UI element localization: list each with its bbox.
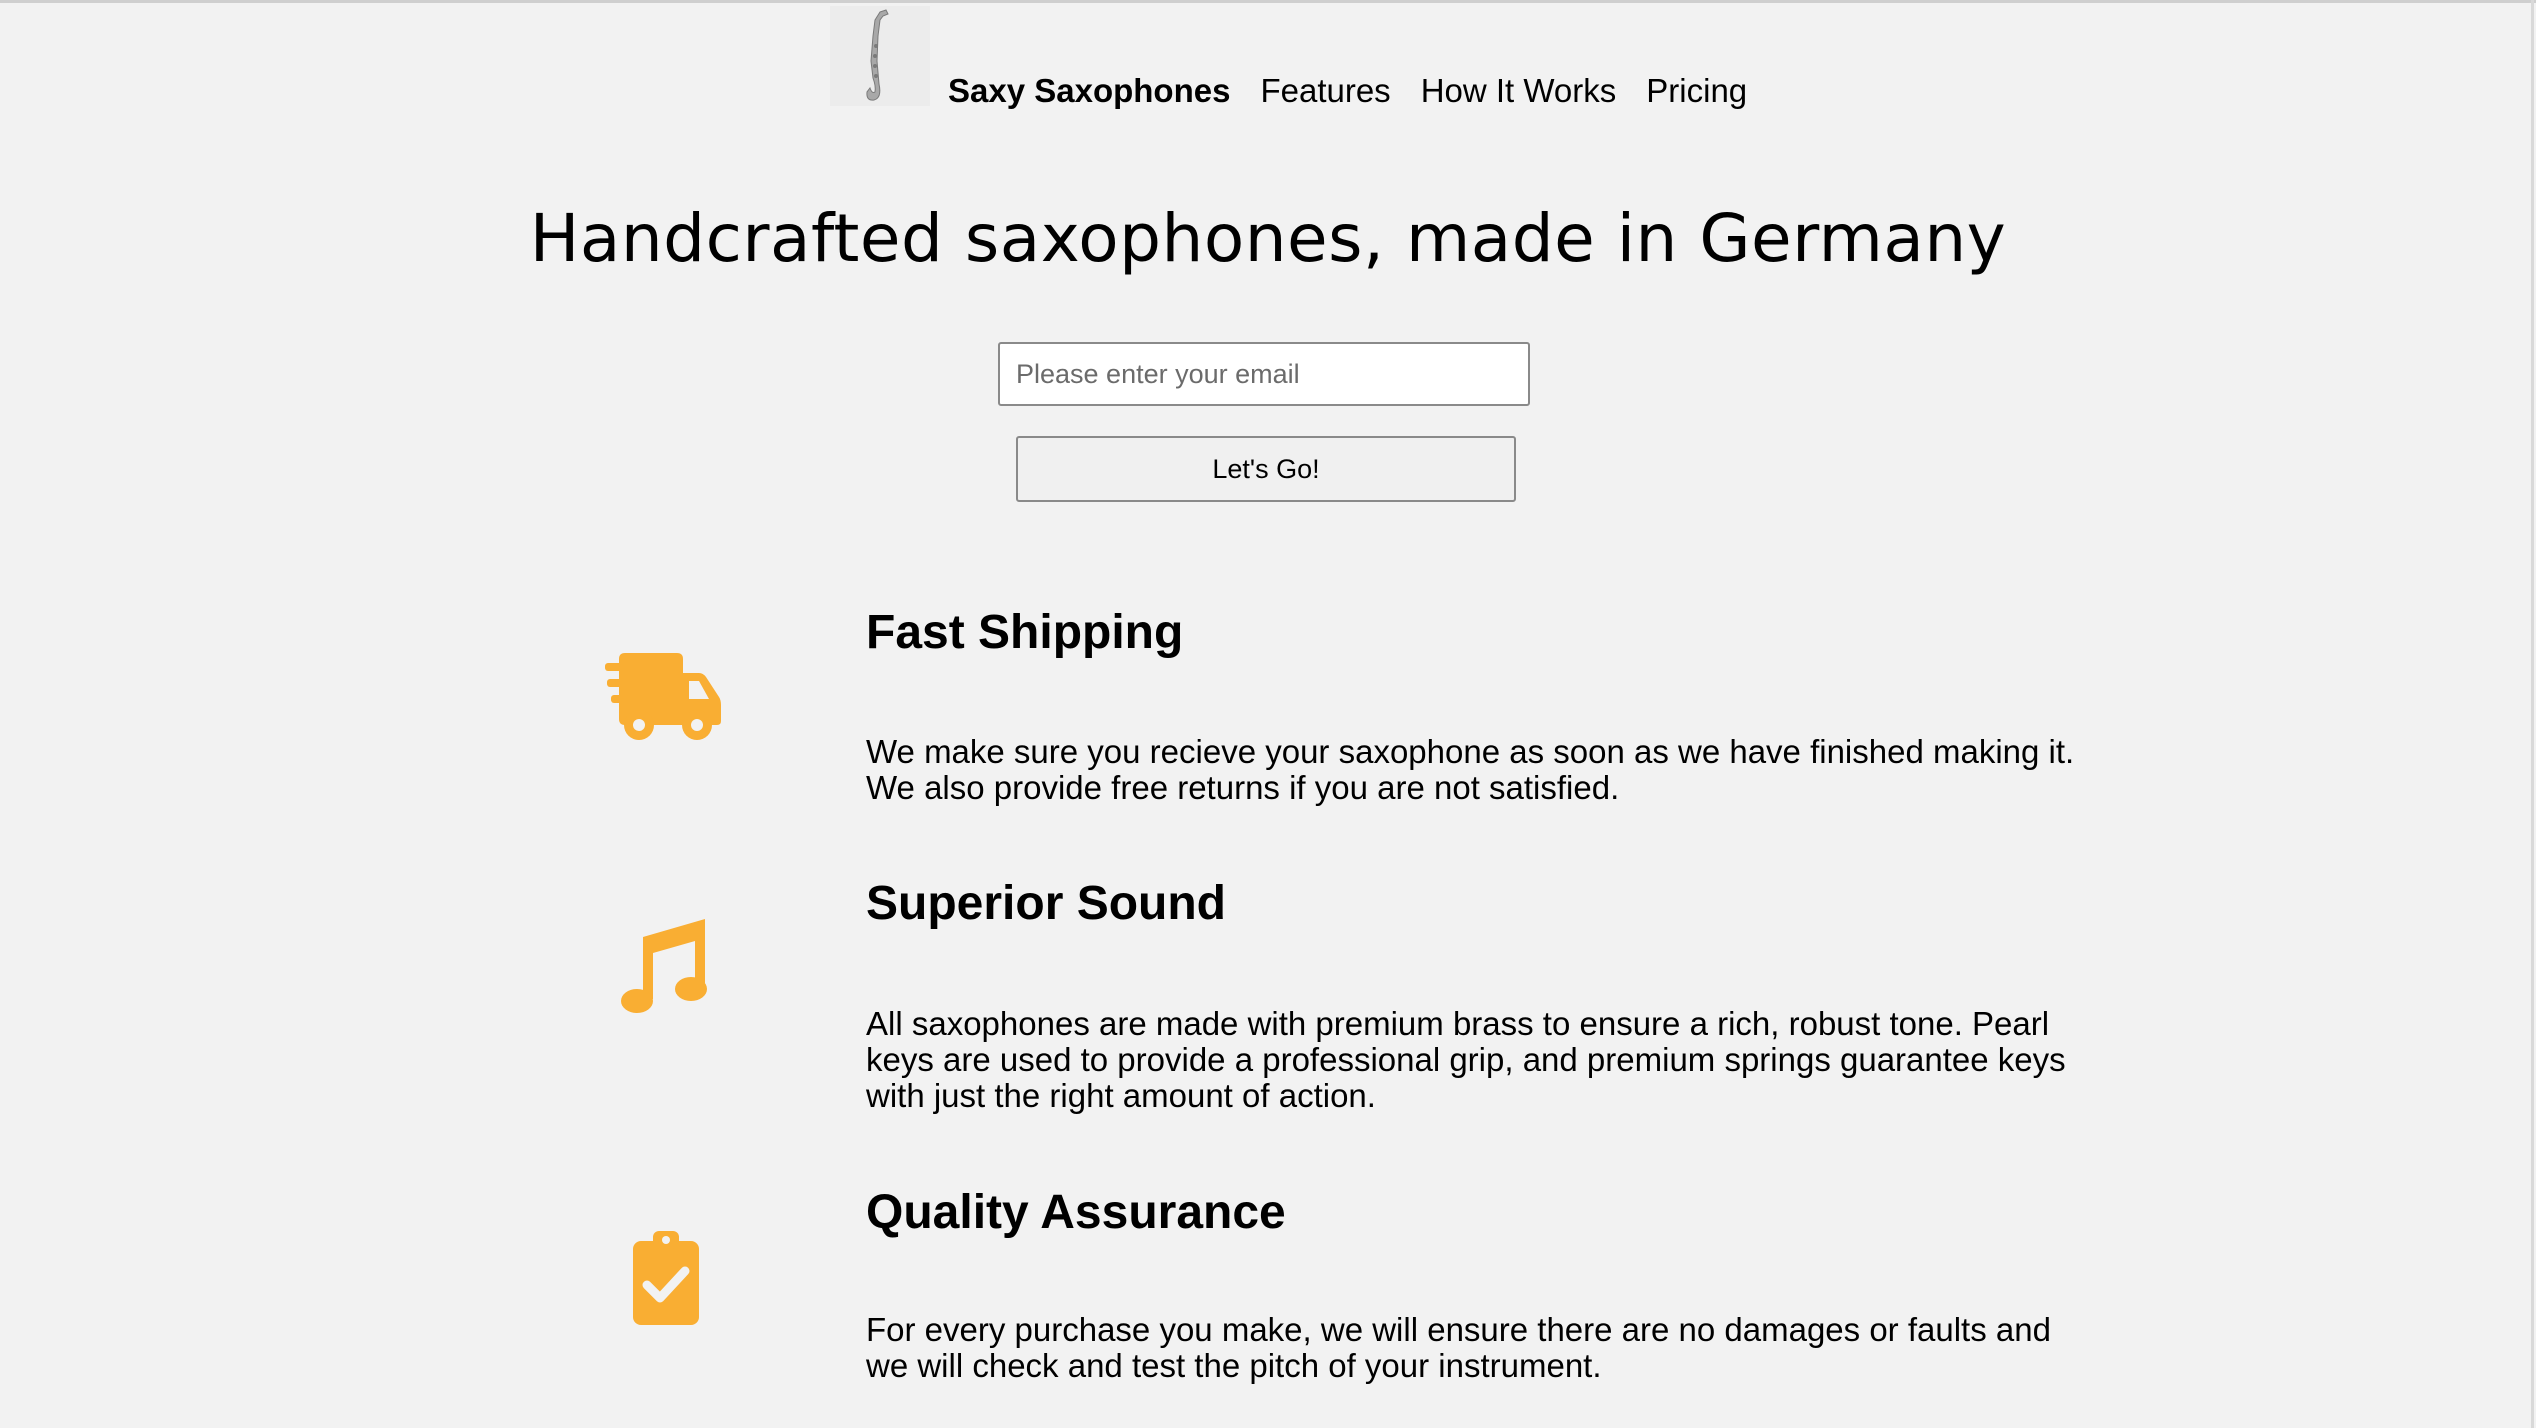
feature-text-quality-assurance: For every purchase you make, we will ens… — [866, 1311, 2051, 1384]
truck-icon — [600, 640, 730, 750]
nav-link-features[interactable]: Features — [1260, 72, 1390, 110]
saxophone-logo-image[interactable] — [830, 6, 930, 106]
nav-link-how-it-works[interactable]: How It Works — [1421, 72, 1617, 110]
nav-link-pricing[interactable]: Pricing — [1646, 72, 1747, 110]
clipboard-check-icon — [600, 1222, 730, 1332]
top-border — [0, 0, 2536, 3]
feature-title-superior-sound: Superior Sound — [866, 877, 1226, 930]
lets-go-button[interactable]: Let's Go! — [1016, 436, 1516, 502]
brand-link[interactable]: Saxy Saxophones — [948, 72, 1230, 110]
feature-title-fast-shipping: Fast Shipping — [866, 606, 1184, 659]
page-title: Handcrafted saxophones, made in Germany — [529, 200, 2007, 277]
email-input[interactable] — [998, 342, 1530, 406]
feature-text-superior-sound: All saxophones are made with premium bra… — [866, 1005, 2066, 1114]
feature-text-fast-shipping: We make sure you recieve your saxophone … — [866, 733, 2075, 806]
saxophone-icon — [866, 9, 889, 101]
music-note-icon — [600, 910, 730, 1020]
top-navigation: Saxy Saxophones Features How It Works Pr… — [948, 72, 1777, 110]
feature-title-quality-assurance: Quality Assurance — [866, 1186, 1286, 1239]
